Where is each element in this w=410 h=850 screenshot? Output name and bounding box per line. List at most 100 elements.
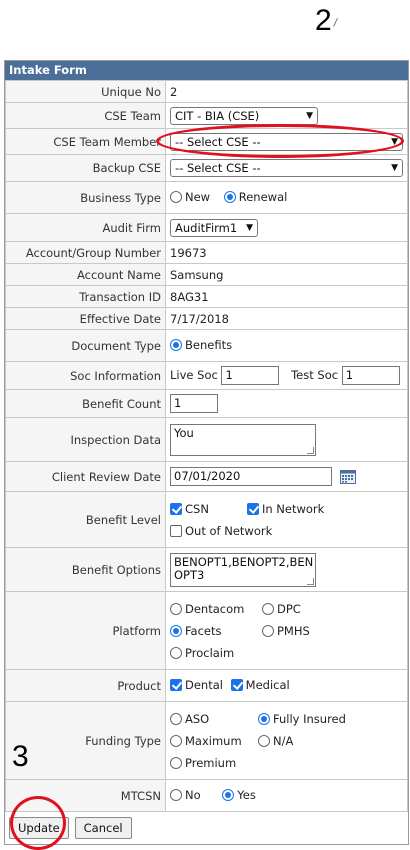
- radio-aso[interactable]: [170, 712, 182, 725]
- csn-label: CSN: [185, 501, 209, 516]
- radio-mtcsn-no[interactable]: [170, 788, 182, 801]
- inspection-data-textarea[interactable]: You: [170, 423, 316, 456]
- business-type-renewal-label: Renewal: [238, 189, 288, 204]
- backup-cse-label: Backup CSE: [5, 154, 166, 182]
- funding-na-option[interactable]: N/A: [258, 734, 293, 748]
- funding-premium-option[interactable]: Premium: [170, 756, 236, 770]
- radio-benefits[interactable]: [170, 338, 182, 351]
- checkbox-out-of-network[interactable]: [170, 524, 182, 537]
- effective-date-label: Effective Date: [5, 307, 166, 330]
- benefit-level-out-of-network-option[interactable]: Out of Network: [170, 524, 272, 538]
- annotation-number-3: 3: [12, 740, 29, 773]
- effective-date-value: 7/17/2018: [165, 307, 408, 330]
- cse-team-select-value: CIT - BIA (CSE): [175, 108, 260, 123]
- product-dental-option[interactable]: Dental: [170, 678, 223, 692]
- platform-dentacom-option[interactable]: Dentacom: [170, 602, 252, 616]
- row-client-review-date: Client Review Date 07/01/2020: [5, 461, 408, 492]
- cse-team-select[interactable]: CIT - BIA (CSE) ▼: [170, 106, 318, 125]
- funding-aso-option[interactable]: ASO: [170, 712, 248, 726]
- radio-maximum[interactable]: [170, 734, 182, 747]
- fully-insured-label: Fully Insured: [273, 711, 346, 726]
- backup-cse-select-value: -- Select CSE --: [175, 161, 261, 175]
- row-product: Product Dental Medical: [5, 669, 408, 702]
- row-transaction-id: Transaction ID 8AG31: [5, 285, 408, 308]
- row-account-group-number: Account/Group Number 19673: [5, 241, 408, 264]
- intake-form: Intake Form Unique No 2 CSE Team CIT - B…: [4, 60, 409, 845]
- funding-fully-insured-option[interactable]: Fully Insured: [258, 712, 346, 726]
- radio-new[interactable]: [170, 190, 182, 203]
- business-type-new-option[interactable]: New: [170, 190, 210, 204]
- benefit-count-input[interactable]: 1: [170, 394, 218, 413]
- mtcsn-no-option[interactable]: No: [170, 788, 201, 802]
- mtcsn-yes-label: Yes: [237, 787, 256, 802]
- transaction-id-label: Transaction ID: [5, 285, 166, 308]
- row-backup-cse: Backup CSE -- Select CSE -- ▼: [5, 154, 408, 182]
- benefit-level-label: Benefit Level: [5, 491, 166, 548]
- business-type-renewal-option[interactable]: Renewal: [223, 189, 288, 204]
- platform-proclaim-option[interactable]: Proclaim: [170, 646, 234, 660]
- document-type-benefits-label: Benefits: [185, 337, 233, 352]
- pmhs-label: PMHS: [277, 623, 310, 638]
- radio-dpc[interactable]: [262, 602, 274, 615]
- cancel-button[interactable]: Cancel: [74, 817, 132, 839]
- radio-mtcsn-yes[interactable]: [222, 788, 235, 801]
- live-soc-label: Live Soc: [170, 368, 218, 382]
- benefit-options-line-1: BENOPT1,BENOPT2,BEN: [174, 554, 314, 569]
- checkbox-in-network[interactable]: [246, 502, 259, 515]
- benefit-level-in-network-option[interactable]: In Network: [246, 502, 324, 516]
- maximum-label: Maximum: [185, 733, 242, 748]
- platform-dpc-option[interactable]: DPC: [262, 602, 301, 616]
- row-cse-team: CSE Team CIT - BIA (CSE) ▼: [5, 102, 408, 129]
- resize-grip-icon[interactable]: [307, 577, 314, 585]
- unique-no-value: 2: [165, 80, 408, 103]
- account-group-number-label: Account/Group Number: [5, 241, 166, 264]
- dentacom-label: Dentacom: [185, 601, 245, 616]
- radio-proclaim[interactable]: [170, 646, 182, 659]
- row-benefit-level: Benefit Level CSN In Network Out of Netw…: [5, 491, 408, 548]
- row-account-name: Account Name Samsung: [5, 263, 408, 286]
- account-name-label: Account Name: [5, 263, 166, 286]
- medical-label: Medical: [245, 677, 290, 692]
- mtcsn-yes-option[interactable]: Yes: [222, 788, 256, 802]
- radio-fully-insured[interactable]: [258, 712, 270, 725]
- resize-grip-icon[interactable]: [307, 446, 314, 454]
- live-soc-input[interactable]: 1: [221, 366, 280, 385]
- row-unique-no: Unique No 2: [5, 80, 408, 103]
- platform-facets-option[interactable]: Facets: [170, 624, 252, 638]
- business-type-label: Business Type: [5, 181, 166, 214]
- row-funding-type: Funding Type ASO Fully Insured Maximum N…: [5, 701, 408, 780]
- chevron-down-icon: ▼: [391, 163, 398, 173]
- radio-renewal[interactable]: [223, 190, 236, 203]
- calendar-icon[interactable]: [339, 469, 356, 484]
- facets-label: Facets: [185, 623, 222, 638]
- checkbox-medical[interactable]: [230, 678, 243, 691]
- checkbox-dental[interactable]: [170, 678, 182, 691]
- highlight-circle-cse-team-member: [156, 124, 404, 158]
- row-benefit-count: Benefit Count 1: [5, 389, 408, 418]
- radio-dentacom[interactable]: [170, 602, 182, 615]
- highlight-circle-update-button: [10, 796, 66, 850]
- product-medical-option[interactable]: Medical: [230, 677, 290, 692]
- radio-pmhs[interactable]: [262, 624, 274, 637]
- document-type-benefits-option[interactable]: Benefits: [170, 338, 232, 352]
- test-soc-input[interactable]: 1: [341, 366, 400, 385]
- benefit-level-csn-option[interactable]: CSN: [170, 502, 209, 516]
- row-platform: Platform Dentacom DPC Facets PMHS Procla…: [5, 591, 408, 670]
- premium-label: Premium: [185, 755, 237, 770]
- client-review-date-label: Client Review Date: [5, 461, 166, 492]
- client-review-date-input[interactable]: 07/01/2020: [170, 467, 332, 486]
- radio-na[interactable]: [258, 734, 270, 747]
- audit-firm-select[interactable]: AuditFirm1 ▼: [170, 218, 258, 237]
- aso-label: ASO: [185, 711, 210, 726]
- backup-cse-select[interactable]: -- Select CSE -- ▼: [170, 159, 403, 177]
- platform-pmhs-option[interactable]: PMHS: [262, 624, 310, 638]
- annotation-tick-mark: [333, 17, 339, 28]
- radio-premium[interactable]: [170, 756, 182, 769]
- audit-firm-label: Audit Firm: [5, 213, 166, 242]
- row-effective-date: Effective Date 7/17/2018: [5, 307, 408, 330]
- checkbox-csn[interactable]: [170, 502, 182, 515]
- benefit-options-textarea[interactable]: BENOPT1,BENOPT2,BEN OPT3: [170, 552, 316, 587]
- funding-maximum-option[interactable]: Maximum: [170, 734, 248, 748]
- radio-facets[interactable]: [170, 624, 182, 637]
- row-audit-firm: Audit Firm AuditFirm1 ▼: [5, 213, 408, 242]
